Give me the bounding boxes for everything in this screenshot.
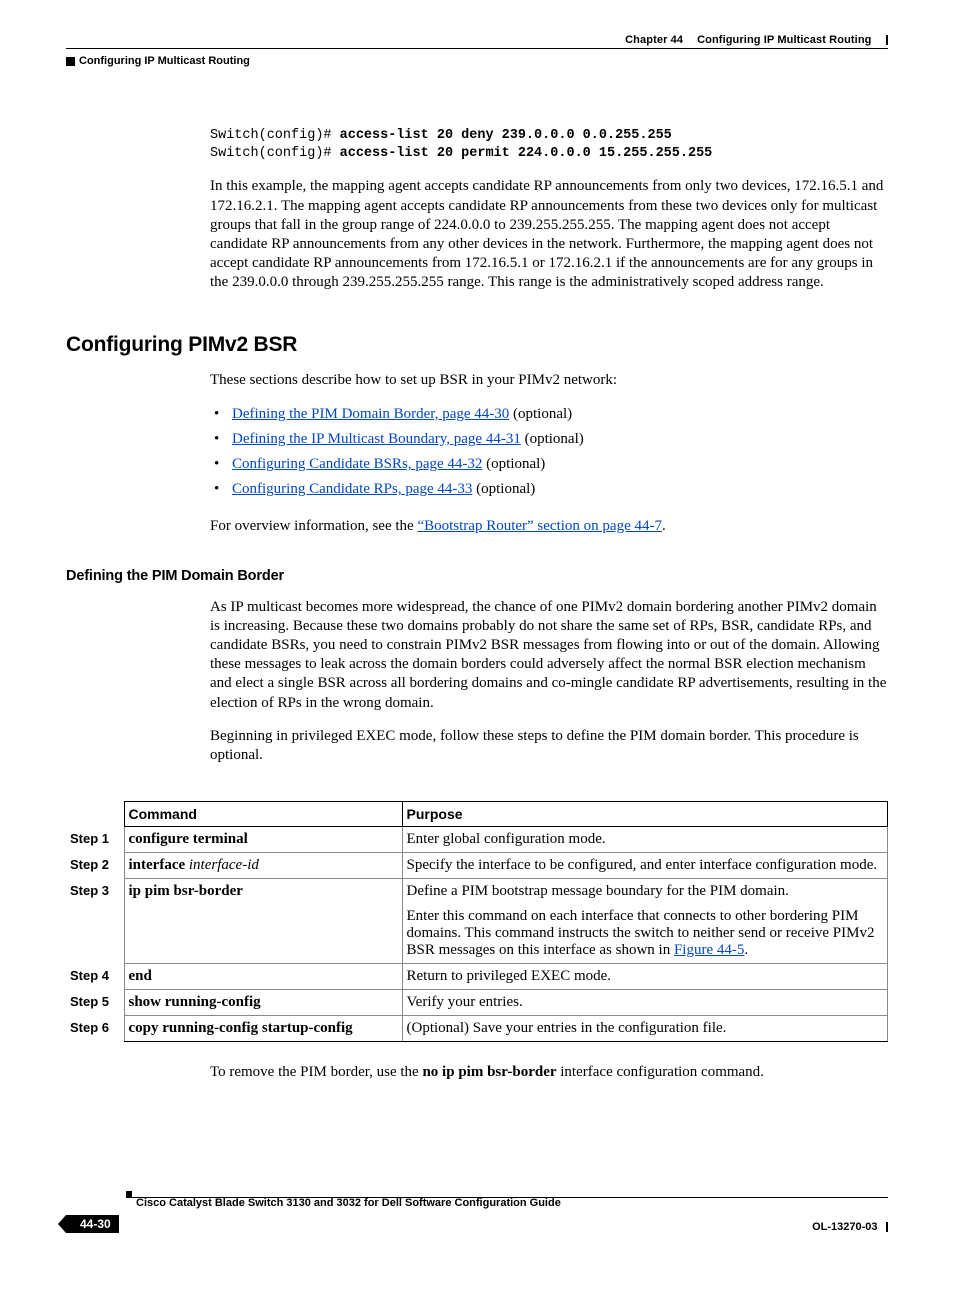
th-purpose: Purpose (402, 802, 888, 827)
table-row: Step 3 ip pim bsr-border Define a PIM bo… (66, 879, 888, 964)
command-table: Command Purpose Step 1 configure termina… (66, 801, 888, 1042)
bsr-intro: These sections describe how to set up BS… (210, 371, 888, 390)
link-candidate-rps[interactable]: Configuring Candidate RPs, page 44-33 (232, 481, 472, 497)
overview-line: For overview information, see the “Boots… (210, 517, 888, 536)
cmd-cell: end (124, 964, 402, 990)
step-label: Step 1 (66, 827, 124, 853)
table-row: Step 2 interface interface-id Specify th… (66, 853, 888, 879)
purpose-cell: Specify the interface to be configured, … (402, 853, 888, 879)
cmd-cell: interface interface-id (124, 853, 402, 879)
cmd-cell: copy running-config startup-config (124, 1016, 402, 1042)
step-label: Step 6 (66, 1016, 124, 1042)
link-ip-boundary[interactable]: Defining the IP Multicast Boundary, page… (232, 431, 521, 447)
table-row: Step 4 end Return to privileged EXEC mod… (66, 964, 888, 990)
chapter-number: Chapter 44 (625, 34, 683, 46)
purpose-cell: Verify your entries. (402, 990, 888, 1016)
purpose-cell: Define a PIM bootstrap message boundary … (402, 879, 888, 964)
footer-marker-icon (126, 1191, 132, 1197)
list-item: Defining the PIM Domain Border, page 44-… (210, 402, 888, 427)
cmd-cell: configure terminal (124, 827, 402, 853)
chapter-title: Configuring IP Multicast Routing (697, 34, 871, 46)
step-label: Step 5 (66, 990, 124, 1016)
section-heading: Configuring PIMv2 BSR (66, 333, 888, 357)
border-paragraph: As IP multicast becomes more widespread,… (210, 598, 888, 713)
step-label: Step 2 (66, 853, 124, 879)
footer-book-title: Cisco Catalyst Blade Switch 3130 and 303… (136, 1197, 888, 1209)
step-label: Step 3 (66, 879, 124, 964)
intro-paragraph: In this example, the mapping agent accep… (210, 177, 888, 292)
link-bootstrap-router[interactable]: “Bootstrap Router” section on page 44-7 (417, 518, 662, 534)
doc-id: OL-13270-03 (812, 1221, 877, 1233)
code-block: Switch(config)# access-list 20 deny 239.… (210, 127, 888, 163)
section-label: Configuring IP Multicast Routing (79, 55, 250, 67)
list-item: Defining the IP Multicast Boundary, page… (210, 427, 888, 452)
cmd-cell: ip pim bsr-border (124, 879, 402, 964)
header-rule-tick (886, 35, 889, 45)
exec-paragraph: Beginning in privileged EXEC mode, follo… (210, 727, 888, 765)
step-label: Step 4 (66, 964, 124, 990)
table-row: Step 1 configure terminal Enter global c… (66, 827, 888, 853)
cmd-cell: show running-config (124, 990, 402, 1016)
bullet-list: Defining the PIM Domain Border, page 44-… (210, 402, 888, 503)
page-header: Chapter 44 Configuring IP Multicast Rout… (66, 34, 888, 46)
list-item: Configuring Candidate BSRs, page 44-32 (… (210, 452, 888, 477)
th-command: Command (124, 802, 402, 827)
table-row: Step 5 show running-config Verify your e… (66, 990, 888, 1016)
link-candidate-bsrs[interactable]: Configuring Candidate BSRs, page 44-32 (232, 456, 482, 472)
after-table-note: To remove the PIM border, use the no ip … (210, 1064, 888, 1081)
table-row: Step 6 copy running-config startup-confi… (66, 1016, 888, 1042)
purpose-cell: (Optional) Save your entries in the conf… (402, 1016, 888, 1042)
page-number-badge: 44-30 (66, 1215, 119, 1233)
footer-rule-tick (886, 1222, 889, 1232)
subsection-heading: Defining the PIM Domain Border (66, 568, 888, 584)
purpose-cell: Return to privileged EXEC mode. (402, 964, 888, 990)
header-rule (66, 48, 888, 49)
section-marker-icon (66, 57, 75, 66)
link-figure-44-5[interactable]: Figure 44-5 (674, 942, 744, 958)
list-item: Configuring Candidate RPs, page 44-33 (o… (210, 477, 888, 502)
page-footer: Cisco Catalyst Blade Switch 3130 and 303… (66, 1191, 888, 1233)
purpose-cell: Enter global configuration mode. (402, 827, 888, 853)
link-pim-border[interactable]: Defining the PIM Domain Border, page 44-… (232, 406, 509, 422)
